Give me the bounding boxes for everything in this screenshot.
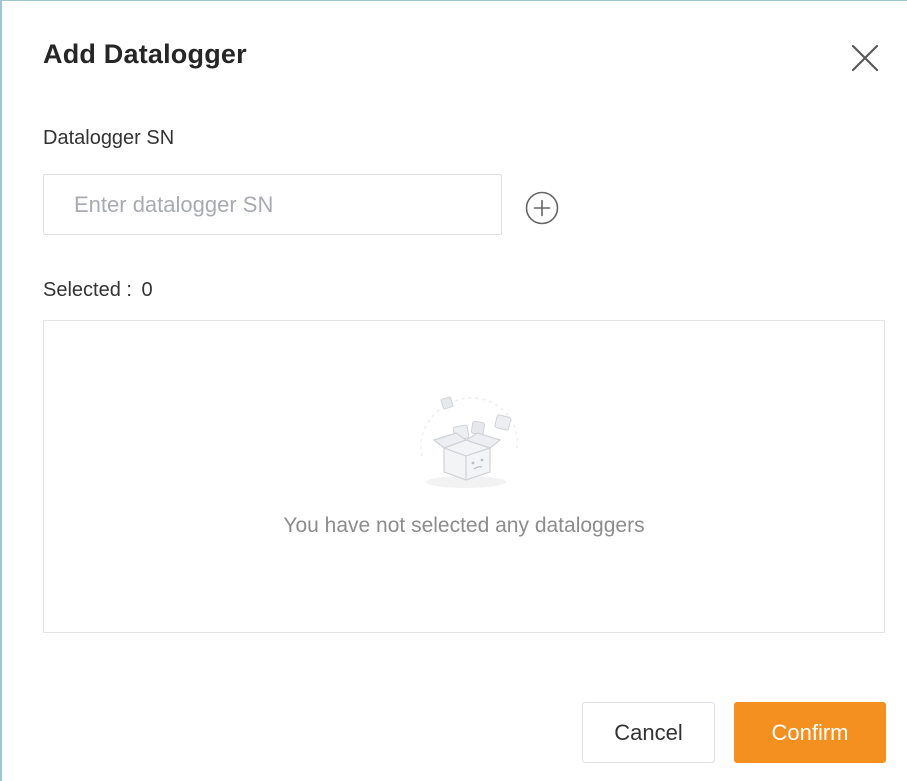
close-icon [851,44,879,72]
add-datalogger-dialog: Add Datalogger Datalogger SN Selected : … [0,0,907,781]
add-datalogger-button[interactable] [524,190,560,226]
cancel-button[interactable]: Cancel [582,702,715,763]
selected-count-row: Selected : 0 [43,279,153,302]
datalogger-sn-label: Datalogger SN [43,127,175,149]
empty-state-message: You have not selected any dataloggers [283,514,645,537]
selected-count: 0 [141,279,153,301]
selected-dataloggers-list: You have not selected any dataloggers [43,320,885,633]
selected-label: Selected : [43,279,132,301]
dialog-title: Add Datalogger [43,39,247,69]
plus-circle-icon [525,191,559,225]
empty-box-icon [419,396,518,488]
datalogger-sn-input[interactable] [43,174,502,235]
close-button[interactable] [848,41,882,75]
confirm-button[interactable]: Confirm [734,702,886,763]
